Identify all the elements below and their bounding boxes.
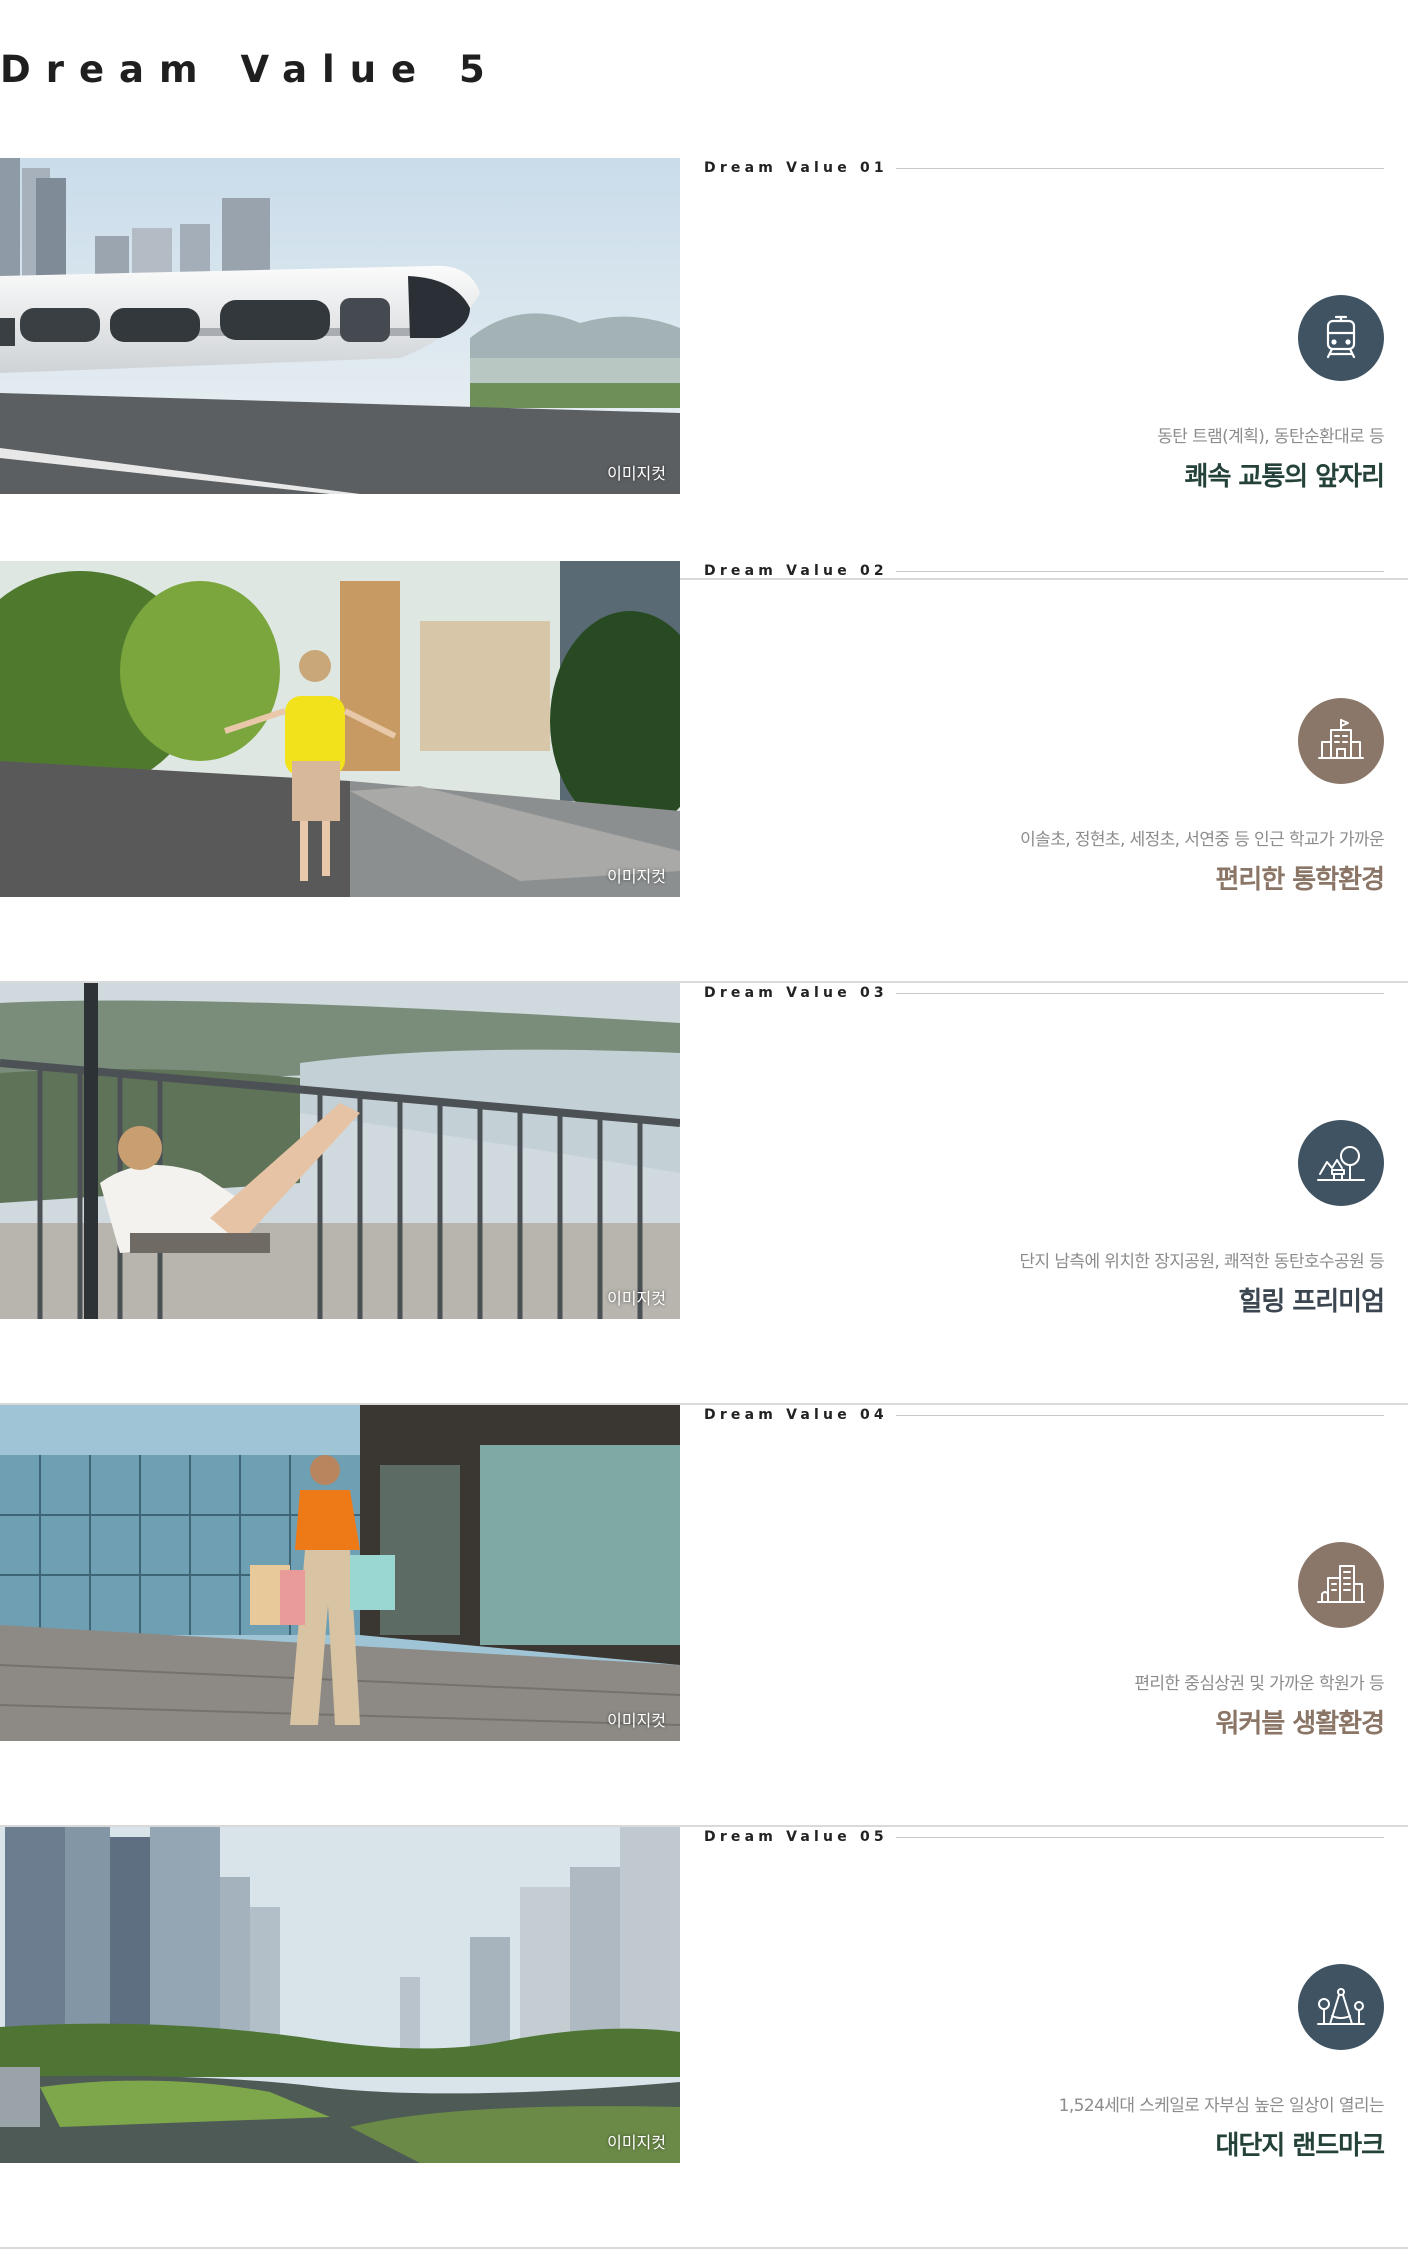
photo-caption: 이미지컷: [607, 1711, 666, 1730]
dream-value-section-05: 이미지컷 Dream Value 05 1,524세대 스케일로 자부심 높은 …: [0, 1827, 1408, 2249]
photo-caption: 이미지컷: [607, 2133, 666, 2152]
eyebrow-divider: [895, 1414, 1384, 1416]
section-eyebrow: Dream Value 01: [704, 158, 1384, 178]
section-headline: 대단지 랜드마크: [1215, 2131, 1385, 2161]
eyebrow-label: Dream Value 02: [704, 563, 888, 579]
eyebrow-divider: [895, 167, 1384, 169]
eyebrow-label: Dream Value 04: [704, 1407, 888, 1423]
section-headline: 힐링 프리미엄: [1238, 1287, 1385, 1317]
dream-value-section-02: 이미지컷 Dream Value 02 이솔초, 정현초, 세정초, 서연중 등…: [0, 561, 1408, 983]
shopping-photo: 이미지컷: [0, 1405, 680, 1741]
tram-icon: [1298, 295, 1384, 381]
section-headline: 쾌속 교통의 앞자리: [1184, 462, 1385, 492]
section-headline: 편리한 통학환경: [1215, 865, 1385, 895]
section-eyebrow: Dream Value 02: [704, 561, 1384, 581]
eyebrow-label: Dream Value 01: [704, 160, 888, 176]
section-description: 이솔초, 정현초, 세정초, 서연중 등 인근 학교가 가까운: [1020, 830, 1384, 850]
tram-photo: 이미지컷: [0, 158, 680, 494]
dream-value-section-01: 이미지컷 Dream Value 01 동탄 트램(계획), 동탄순환대로 등 …: [0, 158, 1408, 580]
section-eyebrow: Dream Value 05: [704, 1827, 1384, 1847]
eyebrow-label: Dream Value 05: [704, 1829, 888, 1845]
eyebrow-divider: [895, 1836, 1384, 1838]
section-eyebrow: Dream Value 03: [704, 983, 1384, 1003]
section-description: 편리한 중심상권 및 가까운 학원가 등: [1134, 1674, 1384, 1694]
landmark-compass-icon: [1298, 1964, 1384, 2050]
section-headline: 워커블 생활환경: [1215, 1709, 1385, 1739]
photo-caption: 이미지컷: [607, 867, 666, 886]
section-eyebrow: Dream Value 04: [704, 1405, 1384, 1425]
balcony-relax-photo: 이미지컷: [0, 983, 680, 1319]
park-icon: [1298, 1120, 1384, 1206]
section-description: 1,524세대 스케일로 자부심 높은 일상이 열리는: [1058, 2096, 1385, 2116]
photo-caption: 이미지컷: [607, 464, 666, 483]
eyebrow-divider: [895, 570, 1384, 572]
dream-value-section-04: 이미지컷 Dream Value 04 편리한 중심상권 및 가까운 학원가 등…: [0, 1405, 1408, 1827]
eyebrow-label: Dream Value 03: [704, 985, 888, 1001]
school-girl-photo: 이미지컷: [0, 561, 680, 897]
eyebrow-divider: [895, 992, 1384, 994]
photo-caption: 이미지컷: [607, 1289, 666, 1308]
apartment-complex-photo: 이미지컷: [0, 1827, 680, 2163]
dream-value-section-03: 이미지컷 Dream Value 03 단지 남측에 위치한 장지공원, 쾌적한…: [0, 983, 1408, 1405]
school-icon: [1298, 698, 1384, 784]
page-title: Dream Value 5: [0, 48, 500, 91]
section-description: 단지 남측에 위치한 장지공원, 쾌적한 동탄호수공원 등: [1019, 1252, 1384, 1272]
city-buildings-icon: [1298, 1542, 1384, 1628]
section-description: 동탄 트램(계획), 동탄순환대로 등: [1157, 427, 1384, 447]
